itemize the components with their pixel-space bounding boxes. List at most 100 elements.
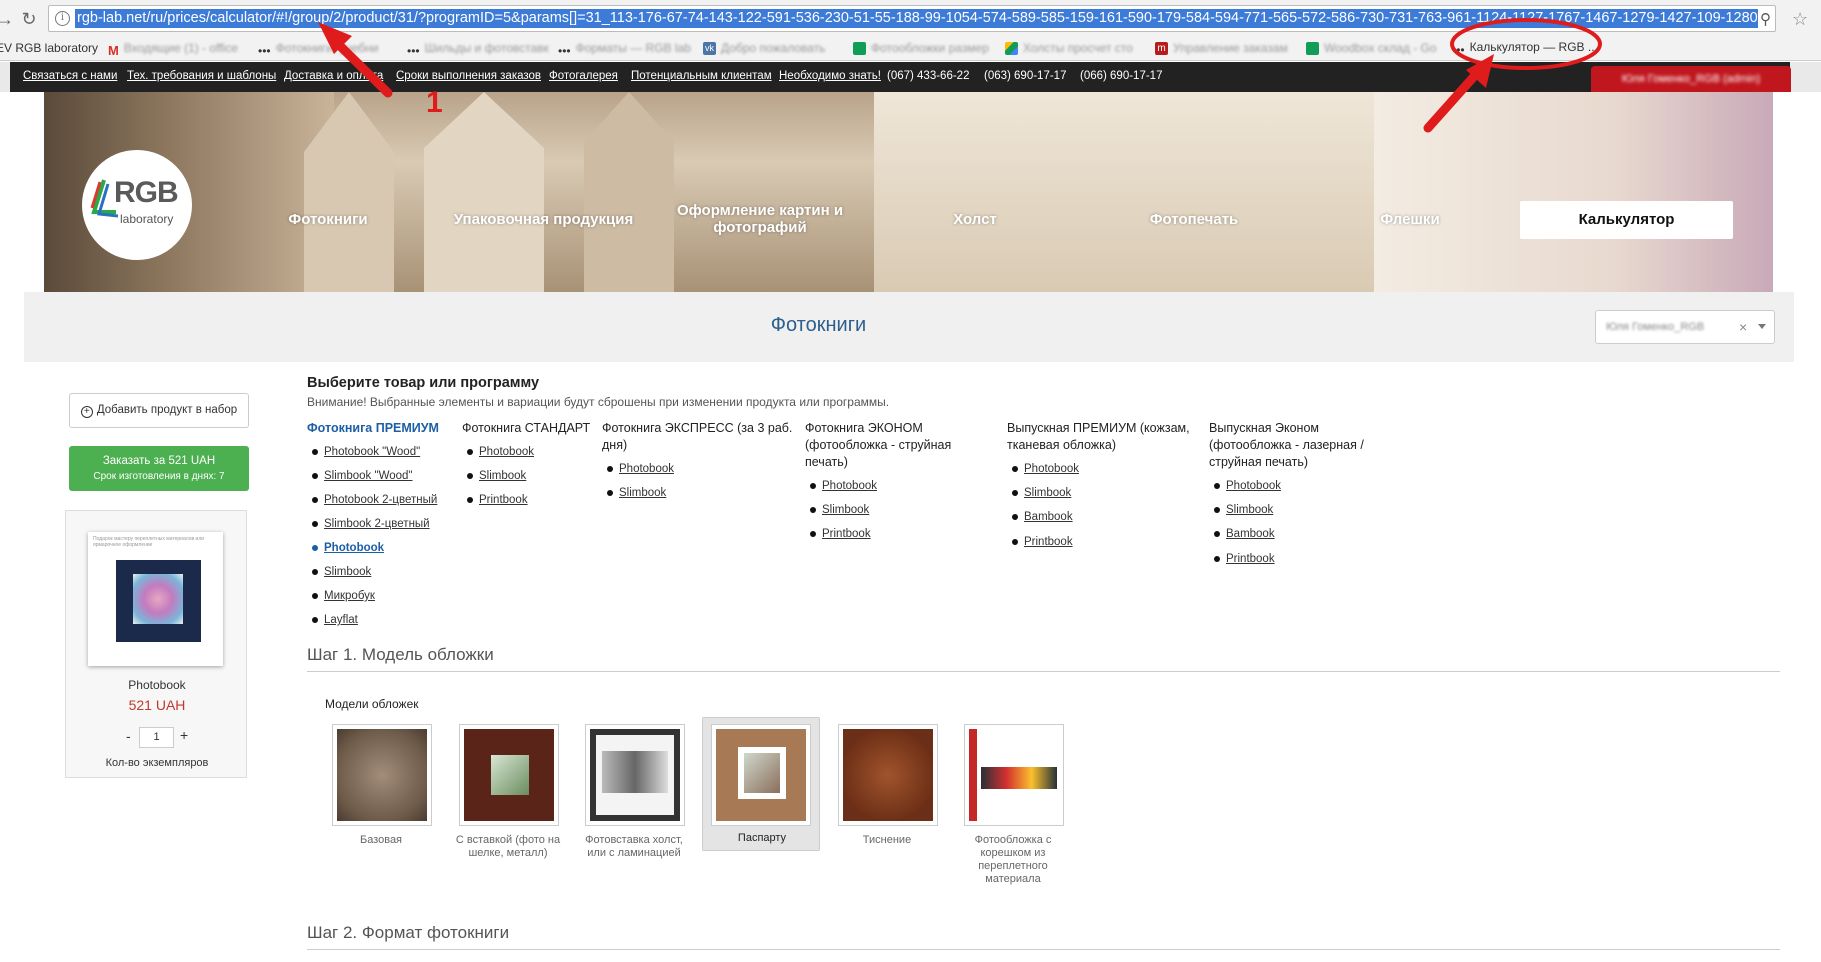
product-item[interactable]: Bambook (1214, 528, 1275, 540)
cover-option-passepartout[interactable]: Паспарту (702, 717, 820, 851)
step1-heading: Шаг 1. Модель обложки (307, 645, 494, 664)
title-band: Фотокниги Юля Гоменко_RGB × (24, 292, 1794, 362)
add-to-set-label: Добавить продукт в набор (96, 404, 238, 416)
bookmark-item[interactable]: ••• Фотокниги, учебни (258, 39, 379, 59)
product-item[interactable]: Slimbook (1214, 504, 1273, 516)
m-icon: m (1155, 42, 1168, 56)
product-item[interactable]: Slimbook 2-цветный (312, 518, 430, 530)
book-cover-image (116, 560, 201, 642)
link-deadlines[interactable]: Сроки выполнения заказов (396, 70, 541, 82)
product-item[interactable]: Photobook (1214, 480, 1281, 492)
nav-packaging[interactable]: Упаковочная продукция (441, 211, 646, 228)
bookmark-item[interactable]: Фотообложки размер (853, 39, 989, 57)
bookmark-item[interactable]: Woodbox склад - Go (1306, 39, 1437, 57)
group-econom[interactable]: Фотокнига ЭКОНОМ (фотообложка - струйная… (805, 420, 970, 471)
vk-icon: vk (703, 42, 716, 56)
info-icon[interactable]: i (55, 11, 70, 26)
order-label: Заказать за 521 UAH (102, 455, 216, 467)
order-button[interactable]: Заказать за 521 UAH Срок изготовления в … (69, 446, 249, 491)
product-item[interactable]: Printbook (1012, 536, 1073, 548)
bullet-icon (312, 448, 318, 455)
covers-heading: Модели обложек (325, 697, 419, 711)
user-select[interactable]: Юля Гоменко_RGB × (1595, 310, 1775, 344)
product-item[interactable]: Photobook (1012, 463, 1079, 475)
bookmark-star-icon[interactable]: ☆ (1792, 9, 1808, 30)
nav-canvas[interactable]: Холст (930, 211, 1020, 228)
group-premium[interactable]: Фотокнига ПРЕМИУМ (307, 420, 457, 437)
dropdown-caret-icon[interactable] (1758, 324, 1766, 329)
product-item[interactable]: Layflat (312, 614, 358, 626)
product-item[interactable]: Printbook (1214, 553, 1275, 565)
product-item[interactable]: Микробук (312, 590, 375, 602)
product-item-selected[interactable]: Photobook (312, 542, 384, 554)
banner-bg-shape (424, 92, 544, 292)
phone-1: (067) 433-66-22 (887, 70, 970, 82)
nav-photobooks[interactable]: Фотокниги (266, 211, 390, 228)
bookmark-item[interactable]: ••• Калькулятор — RGB ... (1452, 38, 1598, 57)
link-gallery[interactable]: Фотогалерея (549, 70, 618, 82)
qty-decrement-button[interactable]: - (126, 728, 131, 744)
link-clients[interactable]: Потенциальным клиентам (631, 70, 772, 82)
product-item[interactable]: Photobook "Wood" (312, 446, 420, 458)
bookmark-item[interactable]: EV RGB laboratory (0, 39, 98, 57)
product-item[interactable]: Printbook (467, 494, 528, 506)
product-item[interactable]: Bambook (1012, 511, 1073, 523)
bullet-icon (1012, 538, 1018, 545)
group-standard[interactable]: Фотокнига СТАНДАРТ (462, 420, 602, 437)
nav-photoprint[interactable]: Фотопечать (1134, 211, 1254, 228)
link-delivery[interactable]: Доставка и оплата (284, 70, 383, 82)
bookmark-item[interactable]: ••• Форматы — RGB lab (558, 39, 691, 58)
bookmark-item[interactable]: m Управление заказам (1155, 39, 1288, 57)
cover-thumb (711, 724, 811, 826)
product-item[interactable]: Photobook (467, 446, 534, 458)
link-contact[interactable]: Связаться с нами (23, 70, 117, 82)
link-requirements[interactable]: Тех. требования и шаблоны (127, 70, 276, 82)
product-item[interactable]: Photobook (810, 480, 877, 492)
cover-thumb (964, 724, 1064, 826)
warning-text: Внимание! Выбранные элементы и вариации … (307, 395, 890, 409)
group-grad-premium[interactable]: Выпускная ПРЕМИУМ (кожзам, тканевая обло… (1007, 420, 1202, 454)
drive-icon (1005, 42, 1018, 56)
add-to-set-button[interactable]: + Добавить продукт в набор (69, 393, 249, 428)
product-item[interactable]: Photobook 2-цветный (312, 494, 437, 506)
clear-icon[interactable]: × (1739, 319, 1747, 335)
banner-bg-shape (1374, 92, 1773, 292)
nav-flash[interactable]: Флешки (1365, 211, 1455, 228)
address-row: → ↻ i rgb-lab.net/ru/prices/calculator/#… (0, 0, 1821, 37)
calculator-button[interactable]: Калькулятор (1520, 201, 1733, 239)
cover-label: Фотовставка холст, или с ламинацией (585, 834, 683, 859)
bookmark-item[interactable]: M Входящие (1) - office (108, 39, 238, 58)
logo-text: RGB (114, 176, 179, 209)
link-must-know[interactable]: Необходимо знать! (779, 70, 881, 82)
sheets-icon (853, 42, 866, 56)
qty-increment-button[interactable]: + (180, 727, 188, 743)
topbar-inner: Связаться с нами Тех. требования и шабло… (10, 62, 1790, 92)
site-logo[interactable]: RGB laboratory (82, 150, 192, 260)
cover-label: Фотообложка с корешком из переплетного м… (974, 834, 1052, 885)
group-grad-econom[interactable]: Выпускная Эконом (фотообложка - лазерная… (1209, 420, 1384, 471)
product-item[interactable]: Slimbook (467, 470, 526, 482)
choose-heading: Выберите товар или программу (307, 375, 540, 391)
nav-framing[interactable]: Оформление картин и фотографий (672, 202, 848, 236)
search-icon[interactable]: ⚲ (1760, 10, 1776, 28)
product-item[interactable]: Slimbook (607, 487, 666, 499)
product-item[interactable]: Photobook (607, 463, 674, 475)
bookmark-item[interactable]: Холсты просчет сто (1005, 39, 1133, 57)
product-item[interactable]: Slimbook (1012, 487, 1071, 499)
product-item[interactable]: Printbook (810, 528, 871, 540)
address-bar[interactable]: i rgb-lab.net/ru/prices/calculator/#!/gr… (48, 5, 1776, 32)
dots-icon: ••• (258, 44, 271, 59)
user-account-button[interactable]: Юля Гоменко_RGB (admin) (1591, 66, 1791, 92)
url-text[interactable]: rgb-lab.net/ru/prices/calculator/#!/grou… (75, 9, 1758, 28)
bookmark-item[interactable]: vk Добро пожаловать (703, 39, 825, 57)
cover-thumb (332, 724, 432, 826)
product-item[interactable]: Slimbook (810, 504, 869, 516)
product-item[interactable]: Slimbook (312, 566, 371, 578)
product-item[interactable]: Slimbook "Wood" (312, 470, 413, 482)
forward-icon[interactable]: → (0, 8, 16, 30)
bookmark-item[interactable]: ••• Шильды и фотовставк (407, 39, 549, 58)
quantity-input[interactable]: 1 (139, 727, 174, 748)
divider (307, 949, 1780, 950)
group-express[interactable]: Фотокнига ЭКСПРЕСС (за 3 раб. дня) (602, 420, 797, 454)
reload-icon[interactable]: ↻ (18, 8, 40, 30)
